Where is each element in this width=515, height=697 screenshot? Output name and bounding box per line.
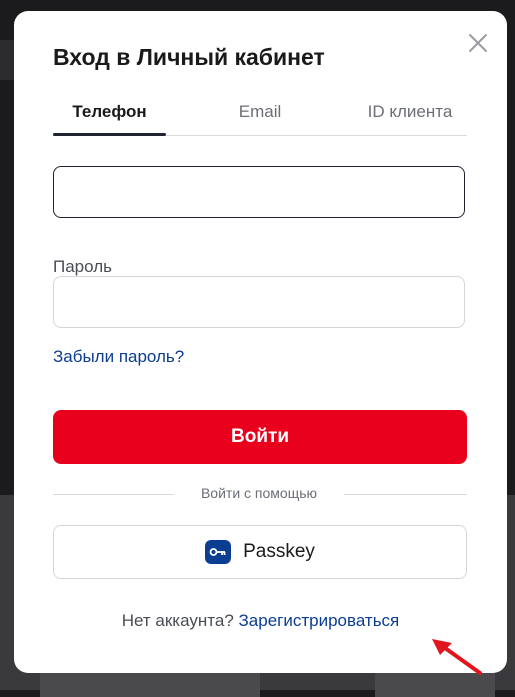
modal-title: Вход в Личный кабинет — [53, 44, 325, 70]
phone-input[interactable] — [53, 166, 465, 218]
tab-phone[interactable]: Телефон — [53, 97, 166, 136]
tab-email[interactable]: Email — [213, 97, 307, 135]
close-icon[interactable] — [464, 29, 492, 57]
register-prompt: Нет аккаунта? — [121, 611, 234, 630]
divider-line-right — [344, 494, 467, 495]
divider-line-left — [53, 494, 174, 495]
login-button[interactable]: Войти — [53, 410, 467, 464]
background-page-fragment — [0, 40, 14, 80]
password-input[interactable] — [53, 276, 465, 328]
key-icon — [205, 540, 232, 564]
divider-text: Войти с помощью — [200, 485, 318, 501]
annotation-arrow-icon — [432, 639, 482, 675]
forgot-password-link[interactable]: Забыли пароль? — [53, 347, 184, 367]
passkey-button[interactable]: Passkey — [53, 525, 467, 579]
register-row: Нет аккаунта? Зарегистрироваться — [14, 611, 507, 631]
login-modal: Вход в Личный кабинет Телефон Email ID к… — [14, 11, 507, 675]
login-method-tabs: Телефон Email ID клиента — [53, 97, 467, 136]
register-link[interactable]: Зарегистрироваться — [239, 611, 400, 630]
passkey-label: Passkey — [243, 541, 315, 562]
password-label: Пароль — [53, 257, 112, 276]
tab-client-id[interactable]: ID клиента — [353, 97, 467, 135]
